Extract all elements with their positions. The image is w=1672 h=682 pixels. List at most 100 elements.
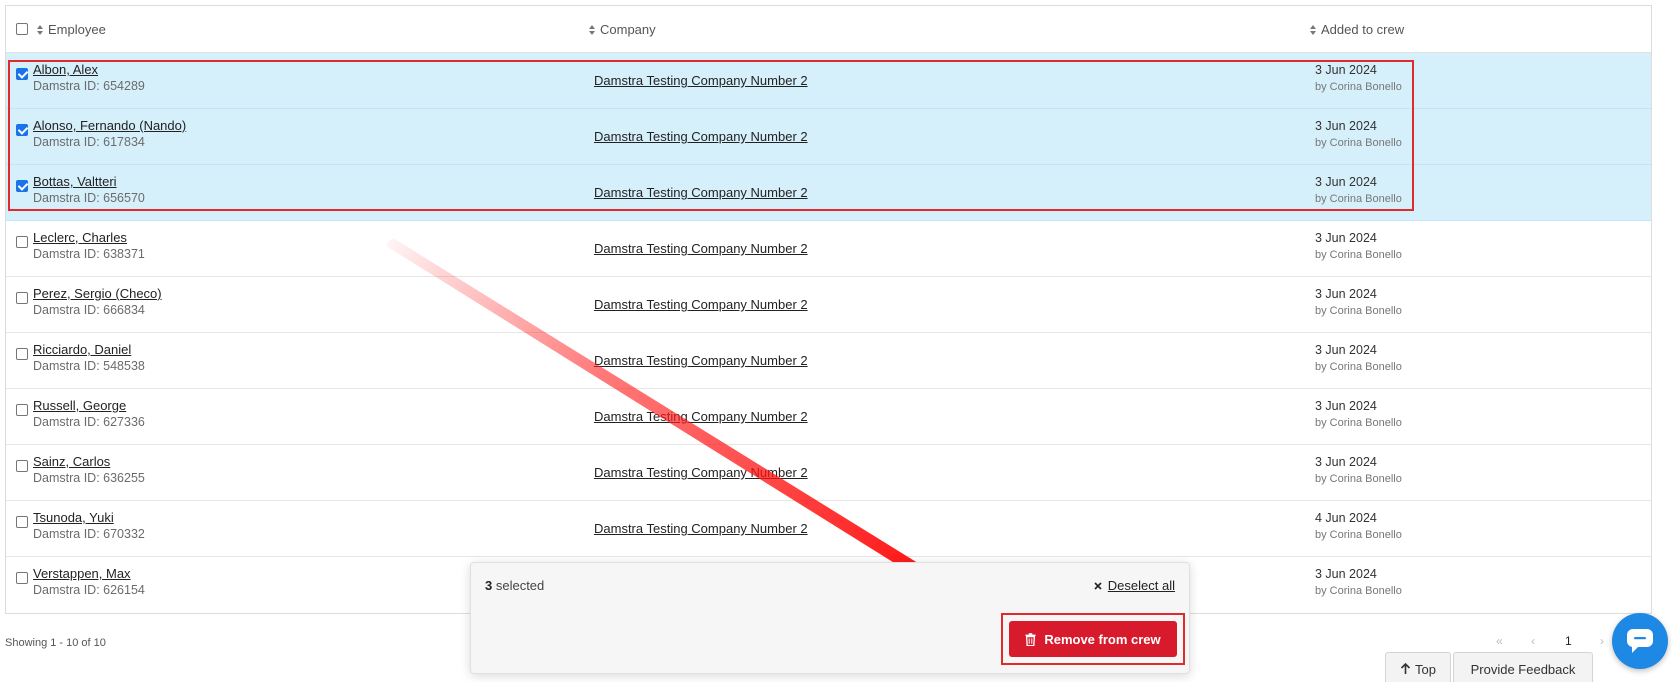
pagination-page-1[interactable]: 1 — [1565, 634, 1572, 648]
table-body: Albon, Alex Damstra ID: 654289 Damstra Tes… — [6, 53, 1651, 613]
added-date: 3 Jun 2024 — [1315, 231, 1377, 245]
employee-name-link[interactable]: Perez, Sergio (Checo) — [33, 286, 162, 301]
sort-icon — [589, 24, 596, 35]
table-row: Ricciardo, Daniel Damstra ID: 548538 Damst… — [6, 333, 1651, 389]
employee-id: Damstra ID: 617834 — [33, 135, 145, 149]
chat-icon — [1627, 629, 1653, 653]
company-link[interactable]: Damstra Testing Company Number 2 — [594, 465, 808, 480]
added-by: by Corina Bonello — [1315, 361, 1402, 373]
row-checkbox[interactable] — [16, 404, 28, 416]
table-row: Tsunoda, Yuki Damstra ID: 670332 Damstra T… — [6, 501, 1651, 557]
remove-from-crew-button[interactable]: Remove from crew — [1009, 621, 1177, 657]
row-checkbox[interactable] — [16, 572, 28, 584]
table-row: Alonso, Fernando (Nando) Damstra ID: 6178… — [6, 109, 1651, 165]
chat-button[interactable] — [1612, 613, 1668, 669]
employee-id: Damstra ID: 548538 — [33, 359, 145, 373]
row-checkbox[interactable] — [16, 180, 28, 192]
sort-icon — [1310, 24, 1317, 35]
added-by: by Corina Bonello — [1315, 585, 1402, 597]
employee-id: Damstra ID: 656570 — [33, 191, 145, 205]
employee-name-link[interactable]: Sainz, Carlos — [33, 454, 110, 469]
feedback-label: Provide Feedback — [1470, 661, 1576, 677]
employee-id: Damstra ID: 670332 — [33, 527, 145, 541]
table-row: Russell, George Damstra ID: 627336 Damstra… — [6, 389, 1651, 445]
back-to-top-button[interactable]: Top — [1385, 652, 1451, 682]
added-by: by Corina Bonello — [1315, 137, 1402, 149]
employee-id: Damstra ID: 627336 — [33, 415, 145, 429]
pagination-first[interactable]: « — [1496, 634, 1503, 648]
header-employee[interactable]: Employee — [37, 6, 106, 53]
pagination-next[interactable]: › — [1600, 634, 1604, 648]
added-date: 3 Jun 2024 — [1315, 63, 1377, 77]
deselect-all-label: Deselect all — [1107, 578, 1175, 593]
row-checkbox[interactable] — [16, 460, 28, 472]
company-link[interactable]: Damstra Testing Company Number 2 — [594, 521, 808, 536]
table-row: Leclerc, Charles Damstra ID: 638371 Damstr… — [6, 221, 1651, 277]
row-checkbox[interactable] — [16, 292, 28, 304]
added-by: by Corina Bonello — [1315, 193, 1402, 205]
employee-id: Damstra ID: 636255 — [33, 471, 145, 485]
employee-id: Damstra ID: 654289 — [33, 79, 145, 93]
company-link[interactable]: Damstra Testing Company Number 2 — [594, 409, 808, 424]
company-link[interactable]: Damstra Testing Company Number 2 — [594, 297, 808, 312]
added-date: 4 Jun 2024 — [1315, 511, 1377, 525]
trash-icon — [1025, 632, 1036, 646]
employee-name-link[interactable]: Albon, Alex — [33, 62, 98, 77]
added-date: 3 Jun 2024 — [1315, 343, 1377, 357]
table-row: Bottas, Valtteri Damstra ID: 656570 Damstr… — [6, 165, 1651, 221]
header-company[interactable]: Company — [589, 6, 656, 53]
row-checkbox[interactable] — [16, 236, 28, 248]
remove-from-crew-label: Remove from crew — [1044, 631, 1161, 647]
header-added-to-crew[interactable]: Added to crew — [1310, 6, 1404, 53]
close-icon — [1094, 581, 1102, 590]
arrow-up-icon — [1400, 663, 1411, 674]
employee-id: Damstra ID: 666834 — [33, 303, 145, 317]
showing-count: Showing 1 - 10 of 10 — [5, 637, 106, 649]
row-checkbox[interactable] — [16, 516, 28, 528]
added-date: 3 Jun 2024 — [1315, 119, 1377, 133]
employee-name-link[interactable]: Russell, George — [33, 398, 126, 413]
added-by: by Corina Bonello — [1315, 417, 1402, 429]
pagination-prev[interactable]: ‹ — [1531, 634, 1535, 648]
row-checkbox[interactable] — [16, 348, 28, 360]
employee-id: Damstra ID: 626154 — [33, 583, 145, 597]
sort-icon — [37, 24, 44, 35]
added-date: 3 Jun 2024 — [1315, 175, 1377, 189]
header-employee-label: Employee — [48, 22, 106, 37]
deselect-all-link[interactable]: Deselect all — [1094, 578, 1175, 593]
employee-name-link[interactable]: Ricciardo, Daniel — [33, 342, 131, 357]
added-date: 3 Jun 2024 — [1315, 399, 1377, 413]
company-link[interactable]: Damstra Testing Company Number 2 — [594, 241, 808, 256]
company-link[interactable]: Damstra Testing Company Number 2 — [594, 73, 808, 88]
header-company-label: Company — [600, 22, 656, 37]
row-checkbox[interactable] — [16, 68, 28, 80]
table-header: Employee Company Added to crew — [6, 6, 1651, 53]
employee-name-link[interactable]: Tsunoda, Yuki — [33, 510, 114, 525]
selection-action-bar: 3 selected Deselect all Remove from crew — [470, 562, 1190, 674]
employee-name-link[interactable]: Alonso, Fernando (Nando) — [33, 118, 186, 133]
header-added-label: Added to crew — [1321, 22, 1405, 37]
employee-name-link[interactable]: Bottas, Valtteri — [33, 174, 117, 189]
employee-id: Damstra ID: 638371 — [33, 247, 145, 261]
selected-count-suffix: selected — [492, 578, 545, 593]
table-row: Perez, Sergio (Checo) Damstra ID: 666834 D… — [6, 277, 1651, 333]
added-date: 3 Jun 2024 — [1315, 455, 1377, 469]
table-row: Albon, Alex Damstra ID: 654289 Damstra Tes… — [6, 53, 1651, 109]
company-link[interactable]: Damstra Testing Company Number 2 — [594, 185, 808, 200]
added-by: by Corina Bonello — [1315, 305, 1402, 317]
crew-table: Employee Company Added to crew Albon, Al… — [5, 5, 1652, 614]
employee-name-link[interactable]: Verstappen, Max — [33, 566, 131, 581]
row-checkbox[interactable] — [16, 124, 28, 136]
provide-feedback-button[interactable]: Provide Feedback — [1453, 652, 1593, 682]
select-all-checkbox[interactable] — [16, 23, 28, 35]
company-link[interactable]: Damstra Testing Company Number 2 — [594, 129, 808, 144]
added-by: by Corina Bonello — [1315, 473, 1402, 485]
company-link[interactable]: Damstra Testing Company Number 2 — [594, 353, 808, 368]
top-label: Top — [1415, 661, 1436, 677]
table-row: Sainz, Carlos Damstra ID: 636255 Damstra T… — [6, 445, 1651, 501]
selected-count: 3 selected — [485, 578, 544, 593]
added-date: 3 Jun 2024 — [1315, 567, 1377, 581]
employee-name-link[interactable]: Leclerc, Charles — [33, 230, 127, 245]
added-by: by Corina Bonello — [1315, 529, 1402, 541]
added-by: by Corina Bonello — [1315, 249, 1402, 261]
